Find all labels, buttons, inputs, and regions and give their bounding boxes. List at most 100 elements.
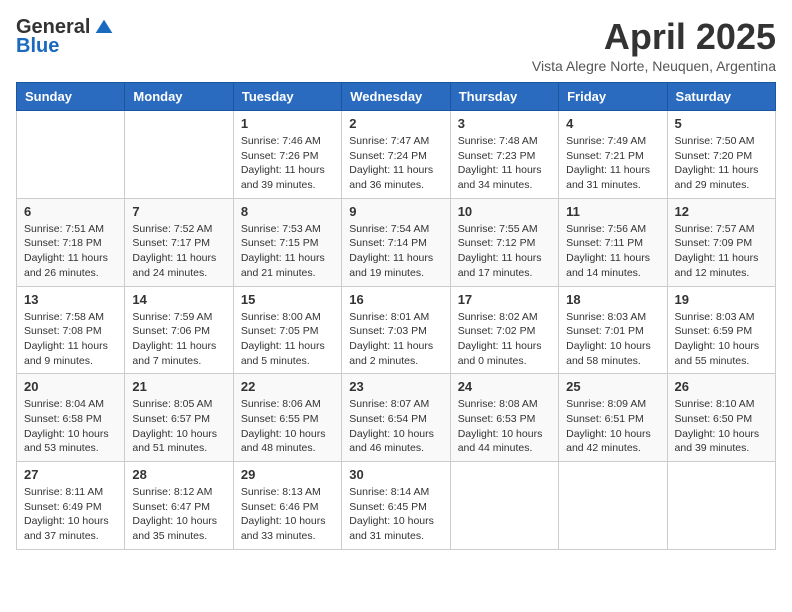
- day-info: Sunrise: 7:53 AM Sunset: 7:15 PM Dayligh…: [241, 222, 334, 281]
- calendar-cell: 3 Sunrise: 7:48 AM Sunset: 7:23 PM Daylig…: [450, 111, 558, 199]
- day-info: Sunrise: 7:49 AM Sunset: 7:21 PM Dayligh…: [566, 134, 659, 193]
- day-number: 24: [458, 379, 551, 394]
- day-number: 21: [132, 379, 225, 394]
- calendar-week-row: 20Sunrise: 8:04 AM Sunset: 6:58 PM Dayli…: [17, 374, 776, 462]
- calendar-cell: 8 Sunrise: 7:53 AM Sunset: 7:15 PM Daylig…: [233, 198, 341, 286]
- weekday-header-monday: Monday: [125, 83, 233, 111]
- day-info: Sunrise: 7:56 AM Sunset: 7:11 PM Dayligh…: [566, 222, 659, 281]
- day-info: Sunrise: 7:59 AM Sunset: 7:06 PM Dayligh…: [132, 310, 225, 369]
- day-number: 22: [241, 379, 334, 394]
- logo-icon: [94, 18, 114, 38]
- calendar-cell: 5 Sunrise: 7:50 AM Sunset: 7:20 PM Daylig…: [667, 111, 775, 199]
- day-number: 5: [675, 116, 768, 131]
- calendar-cell: 14 Sunrise: 7:59 AM Sunset: 7:06 PM Dayli…: [125, 286, 233, 374]
- weekday-header-tuesday: Tuesday: [233, 83, 341, 111]
- day-info: Sunrise: 8:00 AM Sunset: 7:05 PM Dayligh…: [241, 310, 334, 369]
- calendar-cell: 7Sunrise: 7:52 AM Sunset: 7:17 PM Daylig…: [125, 198, 233, 286]
- calendar-cell: [17, 111, 125, 199]
- calendar-cell: 27Sunrise: 8:11 AM Sunset: 6:49 PM Dayli…: [17, 462, 125, 550]
- calendar-cell: [450, 462, 558, 550]
- day-info: Sunrise: 7:50 AM Sunset: 7:20 PM Dayligh…: [675, 134, 768, 193]
- weekday-header-wednesday: Wednesday: [342, 83, 450, 111]
- day-info: Sunrise: 8:01 AM Sunset: 7:03 PM Dayligh…: [349, 310, 442, 369]
- logo-blue-text: Blue: [16, 35, 59, 58]
- day-number: 8: [241, 204, 334, 219]
- day-info: Sunrise: 8:07 AM Sunset: 6:54 PM Dayligh…: [349, 397, 442, 456]
- weekday-header-thursday: Thursday: [450, 83, 558, 111]
- day-number: 7: [132, 204, 225, 219]
- day-info: Sunrise: 7:51 AM Sunset: 7:18 PM Dayligh…: [24, 222, 117, 281]
- calendar-week-row: 27Sunrise: 8:11 AM Sunset: 6:49 PM Dayli…: [17, 462, 776, 550]
- calendar-cell: 4 Sunrise: 7:49 AM Sunset: 7:21 PM Daylig…: [559, 111, 667, 199]
- day-info: Sunrise: 7:54 AM Sunset: 7:14 PM Dayligh…: [349, 222, 442, 281]
- day-info: Sunrise: 8:09 AM Sunset: 6:51 PM Dayligh…: [566, 397, 659, 456]
- calendar-week-row: 13 Sunrise: 7:58 AM Sunset: 7:08 PM Dayli…: [17, 286, 776, 374]
- day-number: 10: [458, 204, 551, 219]
- calendar-cell: 9Sunrise: 7:54 AM Sunset: 7:14 PM Daylig…: [342, 198, 450, 286]
- calendar-cell: 28Sunrise: 8:12 AM Sunset: 6:47 PM Dayli…: [125, 462, 233, 550]
- day-info: Sunrise: 8:02 AM Sunset: 7:02 PM Dayligh…: [458, 310, 551, 369]
- day-number: 29: [241, 467, 334, 482]
- weekday-header-friday: Friday: [559, 83, 667, 111]
- calendar-cell: 26 Sunrise: 8:10 AM Sunset: 6:50 PM Dayli…: [667, 374, 775, 462]
- day-info: Sunrise: 8:10 AM Sunset: 6:50 PM Dayligh…: [675, 397, 768, 456]
- calendar-cell: 15 Sunrise: 8:00 AM Sunset: 7:05 PM Dayli…: [233, 286, 341, 374]
- day-info: Sunrise: 8:08 AM Sunset: 6:53 PM Dayligh…: [458, 397, 551, 456]
- day-number: 13: [24, 292, 117, 307]
- day-number: 18: [566, 292, 659, 307]
- calendar-cell: [667, 462, 775, 550]
- day-number: 19: [675, 292, 768, 307]
- day-info: Sunrise: 8:05 AM Sunset: 6:57 PM Dayligh…: [132, 397, 225, 456]
- weekday-header-saturday: Saturday: [667, 83, 775, 111]
- day-number: 30: [349, 467, 442, 482]
- month-title: April 2025: [532, 16, 776, 58]
- calendar-cell: 2Sunrise: 7:47 AM Sunset: 7:24 PM Daylig…: [342, 111, 450, 199]
- day-info: Sunrise: 8:14 AM Sunset: 6:45 PM Dayligh…: [349, 485, 442, 544]
- day-number: 16: [349, 292, 442, 307]
- day-info: Sunrise: 7:55 AM Sunset: 7:12 PM Dayligh…: [458, 222, 551, 281]
- calendar-cell: 24 Sunrise: 8:08 AM Sunset: 6:53 PM Dayli…: [450, 374, 558, 462]
- calendar-cell: 10 Sunrise: 7:55 AM Sunset: 7:12 PM Dayli…: [450, 198, 558, 286]
- calendar-cell: 25 Sunrise: 8:09 AM Sunset: 6:51 PM Dayli…: [559, 374, 667, 462]
- day-number: 2: [349, 116, 442, 131]
- day-number: 4: [566, 116, 659, 131]
- calendar-table: SundayMondayTuesdayWednesdayThursdayFrid…: [16, 82, 776, 550]
- calendar-week-row: 6 Sunrise: 7:51 AM Sunset: 7:18 PM Daylig…: [17, 198, 776, 286]
- calendar-cell: 18Sunrise: 8:03 AM Sunset: 7:01 PM Dayli…: [559, 286, 667, 374]
- day-number: 20: [24, 379, 117, 394]
- day-info: Sunrise: 7:46 AM Sunset: 7:26 PM Dayligh…: [241, 134, 334, 193]
- day-number: 12: [675, 204, 768, 219]
- day-number: 28: [132, 467, 225, 482]
- logo: General Blue: [16, 16, 114, 58]
- day-number: 3: [458, 116, 551, 131]
- day-number: 1: [241, 116, 334, 131]
- calendar-cell: 23 Sunrise: 8:07 AM Sunset: 6:54 PM Dayli…: [342, 374, 450, 462]
- calendar-header-row: SundayMondayTuesdayWednesdayThursdayFrid…: [17, 83, 776, 111]
- calendar-cell: 16 Sunrise: 8:01 AM Sunset: 7:03 PM Dayli…: [342, 286, 450, 374]
- day-number: 15: [241, 292, 334, 307]
- calendar-cell: 1 Sunrise: 7:46 AM Sunset: 7:26 PM Daylig…: [233, 111, 341, 199]
- day-number: 6: [24, 204, 117, 219]
- calendar-week-row: 1 Sunrise: 7:46 AM Sunset: 7:26 PM Daylig…: [17, 111, 776, 199]
- calendar-cell: 20Sunrise: 8:04 AM Sunset: 6:58 PM Dayli…: [17, 374, 125, 462]
- page-header: General Blue April 2025 Vista Alegre Nor…: [16, 16, 776, 74]
- day-info: Sunrise: 8:06 AM Sunset: 6:55 PM Dayligh…: [241, 397, 334, 456]
- day-info: Sunrise: 8:13 AM Sunset: 6:46 PM Dayligh…: [241, 485, 334, 544]
- location-subtitle: Vista Alegre Norte, Neuquen, Argentina: [532, 58, 776, 74]
- weekday-header-sunday: Sunday: [17, 83, 125, 111]
- calendar-cell: 12 Sunrise: 7:57 AM Sunset: 7:09 PM Dayli…: [667, 198, 775, 286]
- day-number: 11: [566, 204, 659, 219]
- day-info: Sunrise: 7:57 AM Sunset: 7:09 PM Dayligh…: [675, 222, 768, 281]
- day-number: 26: [675, 379, 768, 394]
- day-info: Sunrise: 7:48 AM Sunset: 7:23 PM Dayligh…: [458, 134, 551, 193]
- calendar-cell: [125, 111, 233, 199]
- day-number: 23: [349, 379, 442, 394]
- day-number: 14: [132, 292, 225, 307]
- calendar-cell: 6 Sunrise: 7:51 AM Sunset: 7:18 PM Daylig…: [17, 198, 125, 286]
- day-info: Sunrise: 8:03 AM Sunset: 6:59 PM Dayligh…: [675, 310, 768, 369]
- calendar-cell: 11 Sunrise: 7:56 AM Sunset: 7:11 PM Dayli…: [559, 198, 667, 286]
- calendar-cell: 22 Sunrise: 8:06 AM Sunset: 6:55 PM Dayli…: [233, 374, 341, 462]
- day-info: Sunrise: 7:58 AM Sunset: 7:08 PM Dayligh…: [24, 310, 117, 369]
- day-number: 25: [566, 379, 659, 394]
- calendar-cell: 29 Sunrise: 8:13 AM Sunset: 6:46 PM Dayli…: [233, 462, 341, 550]
